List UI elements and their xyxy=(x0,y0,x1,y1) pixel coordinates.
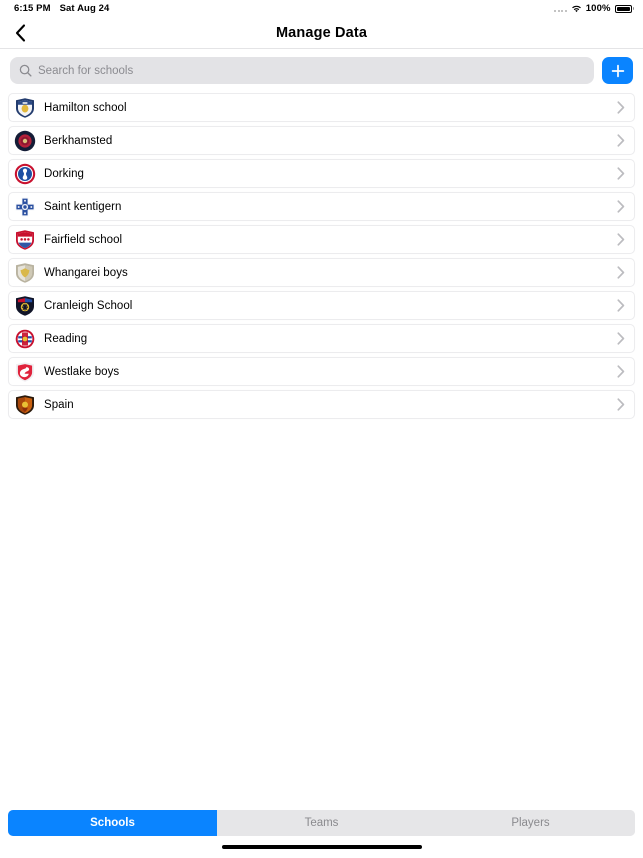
segmented-control: Schools Teams Players xyxy=(8,810,635,836)
crest-whangarei-boys-icon xyxy=(14,262,36,284)
status-bar-right: 100% xyxy=(554,3,634,14)
search-icon xyxy=(19,64,32,77)
tab-schools[interactable]: Schools xyxy=(8,810,217,836)
list-item[interactable]: Hamilton school xyxy=(8,93,635,122)
list-item-label: Berkhamsted xyxy=(44,134,113,147)
chevron-right-icon xyxy=(617,365,625,378)
list-item[interactable]: Cranleigh School xyxy=(8,291,635,320)
search-input[interactable] xyxy=(38,57,585,84)
chevron-right-icon xyxy=(617,101,625,114)
page-title: Manage Data xyxy=(275,24,368,41)
list-item[interactable]: Spain xyxy=(8,390,635,419)
status-bar-date: Sat Aug 24 xyxy=(59,3,110,14)
list-item[interactable]: Whangarei boys xyxy=(8,258,635,287)
list-item[interactable]: Reading xyxy=(8,324,635,353)
crest-spain-icon xyxy=(14,394,36,416)
chevron-right-icon xyxy=(617,266,625,279)
list-item[interactable]: Saint kentigern xyxy=(8,192,635,221)
list-item[interactable]: Dorking xyxy=(8,159,635,188)
list-item[interactable]: Fairfield school xyxy=(8,225,635,254)
crest-hamilton-school-icon xyxy=(14,97,36,119)
chevron-right-icon xyxy=(617,299,625,312)
list-item-label: Spain xyxy=(44,398,74,411)
wifi-icon xyxy=(571,5,582,13)
status-bar-time: 6:15 PM xyxy=(14,3,51,14)
list-item-label: Westlake boys xyxy=(44,365,120,378)
chevron-right-icon xyxy=(617,233,625,246)
crest-westlake-boys-icon xyxy=(14,361,36,383)
app-screen: 6:15 PM Sat Aug 24 100% Manage Data Sear… xyxy=(0,0,643,858)
list-item[interactable]: Westlake boys xyxy=(8,357,635,386)
home-indicator[interactable] xyxy=(221,845,422,849)
list-item-label: Reading xyxy=(44,332,88,345)
search-bar-row xyxy=(0,49,643,93)
crest-fairfield-school-icon xyxy=(14,229,36,251)
chevron-right-icon xyxy=(617,200,625,213)
list-item-label: Whangarei boys xyxy=(44,266,128,279)
chevron-right-icon xyxy=(617,398,625,411)
add-school-button[interactable] xyxy=(602,57,633,84)
crest-dorking-icon xyxy=(14,163,36,185)
list-item-label: Cranleigh School xyxy=(44,299,133,312)
navigation-bar: Manage Data xyxy=(0,17,643,49)
chevron-right-icon xyxy=(617,332,625,345)
list-item-label: Hamilton school xyxy=(44,101,127,114)
schools-list: Hamilton school Berkhamsted Dorking Saint k… xyxy=(0,93,643,810)
status-bar: 6:15 PM Sat Aug 24 100% xyxy=(0,0,643,17)
list-item-label: Saint kentigern xyxy=(44,200,122,213)
tab-players[interactable]: Players xyxy=(426,810,635,836)
crest-cranleigh-school-icon xyxy=(14,295,36,317)
crest-saint-kentigern-icon xyxy=(14,196,36,218)
crest-berkhamsted-icon xyxy=(14,130,36,152)
status-bar-left: 6:15 PM Sat Aug 24 xyxy=(14,3,109,14)
signal-dots-icon xyxy=(554,5,567,12)
tab-teams[interactable]: Teams xyxy=(217,810,426,836)
plus-icon xyxy=(611,64,625,78)
back-button[interactable] xyxy=(7,20,33,46)
chevron-left-icon xyxy=(15,23,26,42)
battery-full-icon xyxy=(614,4,634,13)
chevron-right-icon xyxy=(617,134,625,147)
list-item[interactable]: Berkhamsted xyxy=(8,126,635,155)
list-item-label: Dorking xyxy=(44,167,84,180)
battery-percent: 100% xyxy=(585,3,611,14)
chevron-right-icon xyxy=(617,167,625,180)
home-indicator-area xyxy=(0,836,643,858)
crest-reading-icon xyxy=(14,328,36,350)
search-field[interactable] xyxy=(10,57,594,84)
bottom-tab-bar: Schools Teams Players xyxy=(0,810,643,836)
list-item-label: Fairfield school xyxy=(44,233,123,246)
